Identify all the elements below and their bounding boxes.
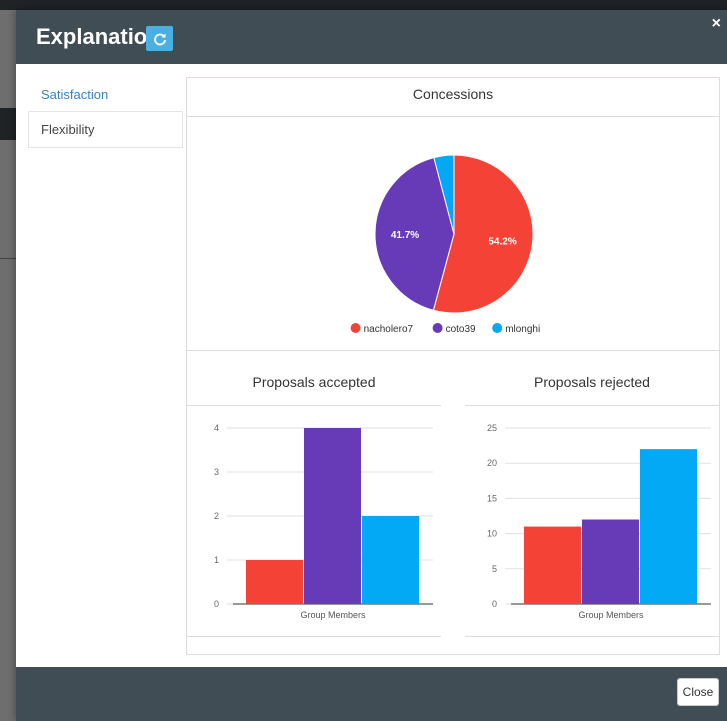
background-navbar bbox=[0, 0, 727, 10]
y-tick-label: 10 bbox=[487, 529, 497, 539]
sidebar-item-satisfaction[interactable]: Satisfaction bbox=[28, 76, 183, 112]
bar-coto39 bbox=[304, 428, 361, 604]
y-tick-label: 0 bbox=[214, 599, 219, 609]
legend-marker bbox=[432, 323, 443, 333]
legend-label: coto39 bbox=[446, 324, 476, 335]
y-tick-label: 3 bbox=[214, 467, 219, 477]
divider bbox=[187, 350, 719, 351]
y-tick-label: 2 bbox=[214, 511, 219, 521]
y-tick-label: 5 bbox=[492, 564, 497, 574]
y-tick-label: 25 bbox=[487, 423, 497, 433]
concessions-pie-chart: 54.2% 41.7% nacholero7 coto39 mlonghi bbox=[350, 154, 540, 335]
close-icon[interactable]: × bbox=[712, 16, 721, 32]
divider bbox=[187, 636, 441, 637]
bar-mlonghi bbox=[362, 516, 419, 604]
sidebar-item-label: Satisfaction bbox=[41, 87, 109, 102]
refresh-icon bbox=[153, 33, 166, 45]
pie-value-label: 41.7% bbox=[391, 230, 419, 241]
bar-nacholero7 bbox=[246, 560, 303, 604]
background-divider bbox=[0, 258, 16, 259]
sidebar-item-label: Flexibility bbox=[41, 122, 95, 137]
y-tick-label: 0 bbox=[492, 599, 497, 609]
sidebar: Satisfaction Flexibility bbox=[28, 76, 183, 148]
legend-label: mlonghi bbox=[505, 324, 540, 335]
background-strip bbox=[0, 108, 16, 140]
close-button[interactable]: Close bbox=[677, 678, 719, 706]
bar-nacholero7 bbox=[524, 526, 581, 604]
accepted-title: Proposals accepted bbox=[252, 374, 376, 390]
y-tick-label: 4 bbox=[214, 423, 219, 433]
modal-header: Explanations × bbox=[16, 10, 727, 64]
legend-label: nacholero7 bbox=[364, 324, 414, 335]
rejected-title: Proposals rejected bbox=[534, 374, 650, 390]
modal-footer: Close bbox=[16, 667, 727, 721]
legend-marker bbox=[350, 323, 361, 333]
bar-coto39 bbox=[582, 519, 639, 604]
legend-marker bbox=[492, 323, 503, 333]
refresh-button[interactable] bbox=[146, 26, 173, 51]
pie-value-label: 54.2% bbox=[488, 236, 516, 247]
divider bbox=[465, 636, 719, 637]
y-tick-label: 20 bbox=[487, 458, 497, 468]
sidebar-item-flexibility[interactable]: Flexibility bbox=[28, 112, 183, 148]
x-axis-label: Group Members bbox=[578, 610, 644, 620]
charts-panel: Concessions 54.2% 41.7% nacholero7 coto39 ml… bbox=[186, 77, 720, 655]
y-tick-label: 1 bbox=[214, 555, 219, 565]
bar-mlonghi bbox=[640, 449, 697, 604]
x-axis-label: Group Members bbox=[300, 610, 366, 620]
y-tick-label: 15 bbox=[487, 493, 497, 503]
proposals-rejected-chart: 0 5 10 15 20 25 Group Members bbox=[487, 423, 711, 620]
explanations-modal: Explanations × Satisfaction Flexibility … bbox=[16, 10, 727, 721]
concessions-title: Concessions bbox=[412, 86, 494, 102]
proposals-accepted-chart: 0 1 2 3 4 Group Members bbox=[214, 423, 433, 620]
